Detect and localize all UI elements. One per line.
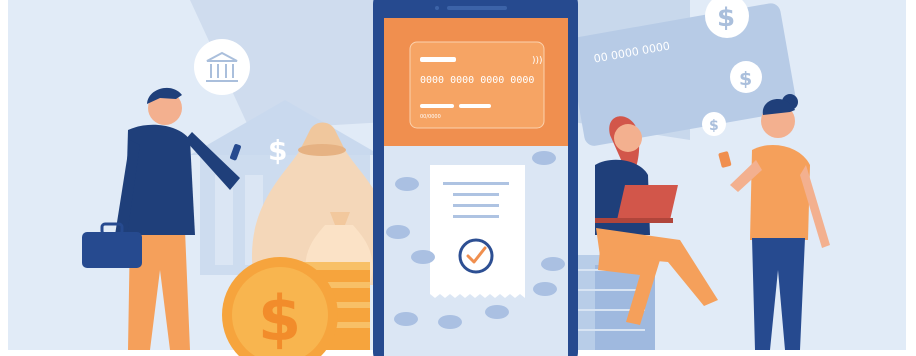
illustration-canvas: 00 0000 0000 $ $ $ $ $))) 0000 0000 000… <box>0 0 916 356</box>
fintech-illustration: 00 0000 0000 $ $ $ $ $))) 0000 0000 000… <box>0 0 916 356</box>
svg-text:))): ))) <box>532 56 543 66</box>
check-circle-icon <box>458 238 494 274</box>
dollar-icon-middle-symbol: $ <box>739 68 752 90</box>
coin-dollar-sign: $ <box>258 282 301 355</box>
dollar-icon-small-symbol: $ <box>709 118 719 134</box>
dollar-icon-top-symbol: $ <box>717 3 735 33</box>
card-number: 0000 0000 0000 0000 <box>420 75 534 86</box>
card-expiry: 00/0000 <box>420 114 441 120</box>
dollar-icon-middle: $ <box>730 61 762 93</box>
dollar-icon-small: $ <box>702 112 726 136</box>
smartphone: ))) 0000 0000 0000 0000 00/0000 <box>373 0 578 356</box>
bank-icon <box>194 39 250 95</box>
bank-dollar-sign: $ <box>268 134 287 167</box>
